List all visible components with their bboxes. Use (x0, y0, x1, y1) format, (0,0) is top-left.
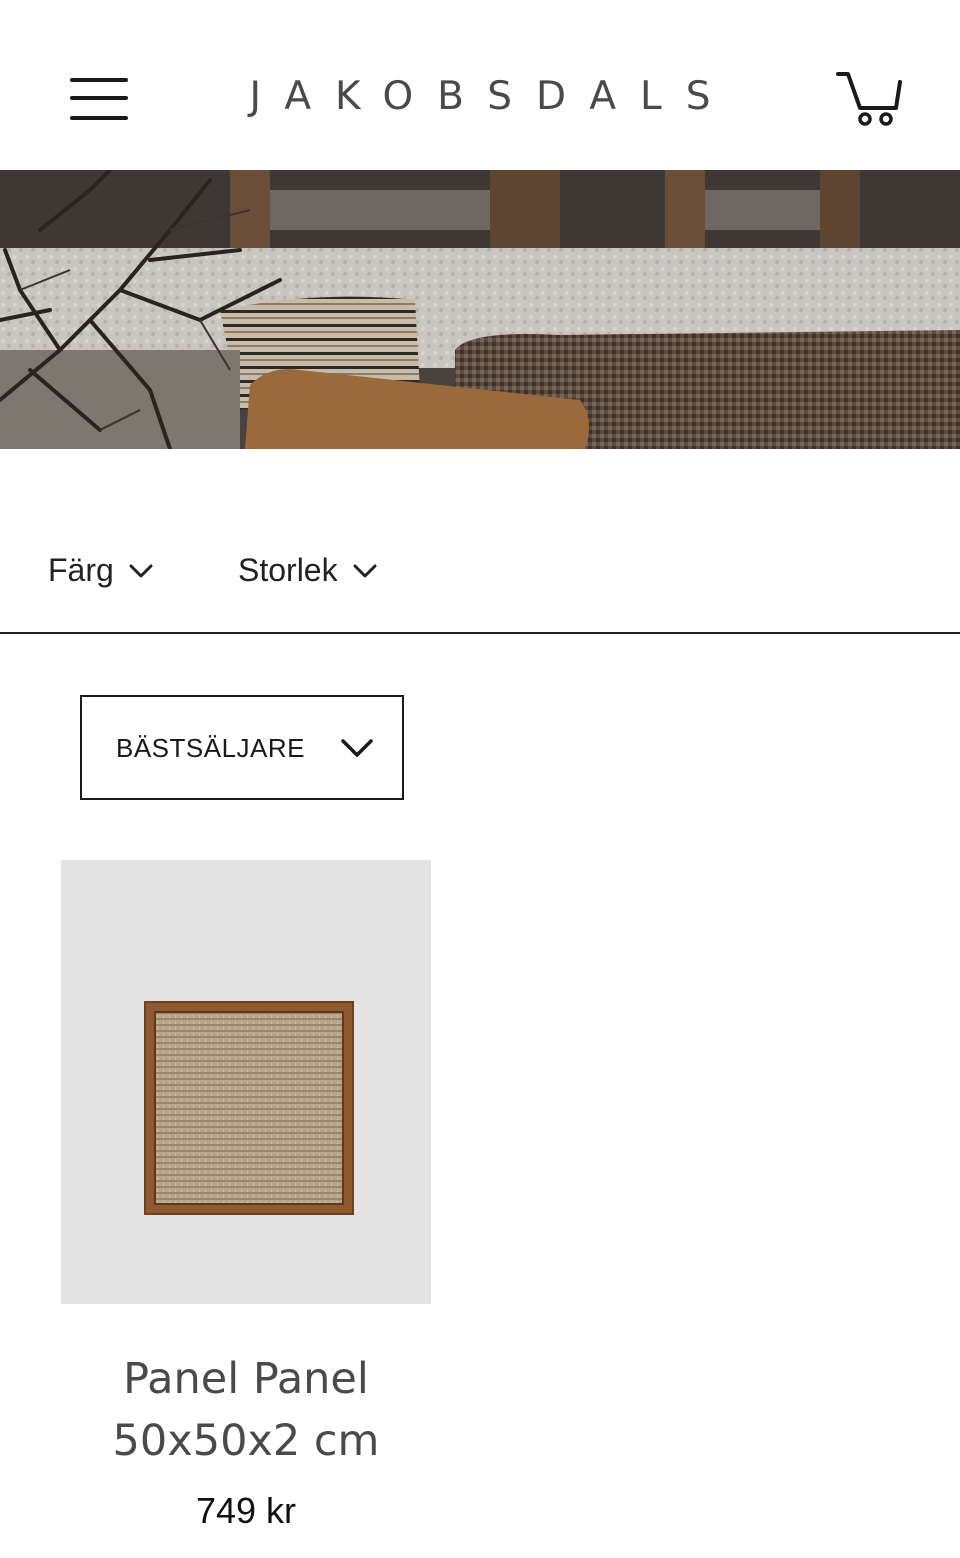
product-title-line-2: 50x50x2 cm (112, 1416, 380, 1466)
site-logo[interactable]: JAKOBSDALS (0, 74, 960, 119)
filter-bar: Färg Storlek (0, 530, 960, 634)
chevron-down-icon (353, 564, 377, 577)
sort-selected-value: BÄSTSÄLJARE (116, 733, 306, 763)
product-card[interactable]: Panel Panel 50x50x2 cm 749 kr (61, 860, 431, 1532)
color-filter-label: Färg (48, 552, 114, 588)
shopping-cart-icon[interactable] (834, 68, 904, 130)
product-title-line-1: Panel Panel (123, 1354, 369, 1404)
color-filter-dropdown[interactable]: Färg (48, 552, 154, 589)
hero-banner-image (0, 170, 960, 449)
size-filter-dropdown[interactable]: Storlek (238, 552, 378, 589)
product-image[interactable] (61, 860, 431, 1304)
sort-dropdown[interactable]: BÄSTSÄLJARE (80, 695, 404, 800)
chevron-down-icon (129, 564, 153, 577)
site-header: JAKOBSDALS (0, 0, 960, 170)
product-price: 749 kr (195, 1490, 297, 1531)
product-title[interactable]: Panel Panel 50x50x2 cm (61, 1348, 431, 1472)
size-filter-label: Storlek (238, 552, 338, 588)
chevron-down-icon (341, 739, 373, 757)
